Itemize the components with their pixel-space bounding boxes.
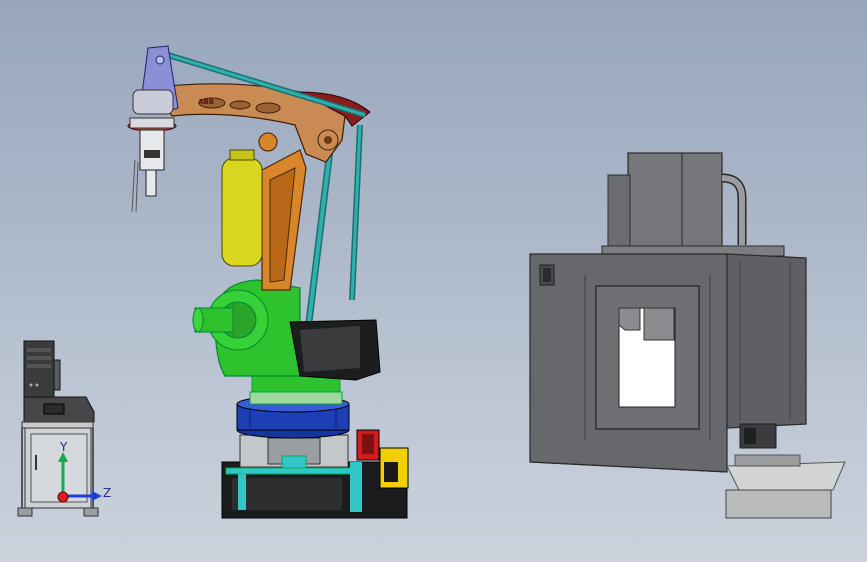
abb-logo: ABB <box>198 98 214 106</box>
workstation-model[interactable] <box>17 340 99 517</box>
industrial-robot-model[interactable]: ABB <box>127 45 409 519</box>
cad-viewport[interactable]: ABB Y Z <box>0 0 867 562</box>
axis-z-label: Z <box>103 486 112 500</box>
cnc-machine-model[interactable] <box>529 152 846 519</box>
axis-y-label: Y <box>60 440 68 454</box>
x-axis-origin <box>57 491 69 503</box>
